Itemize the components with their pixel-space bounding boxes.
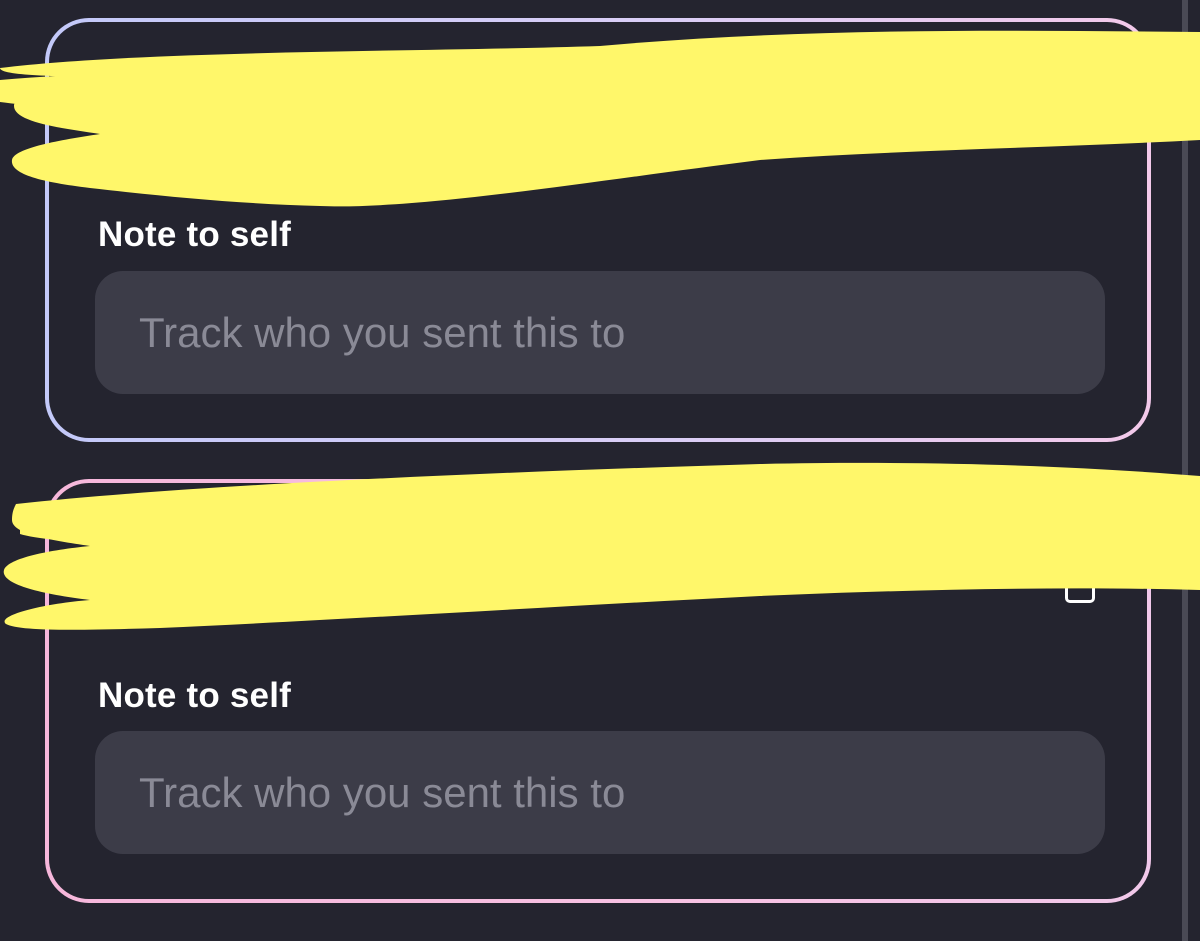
copy-icon[interactable] <box>1065 563 1095 603</box>
note-to-self-input[interactable] <box>95 271 1105 394</box>
scrollbar[interactable] <box>1182 0 1188 941</box>
note-to-self-label: Note to self <box>98 215 291 254</box>
note-card-1: Note to self <box>45 18 1151 442</box>
note-to-self-input[interactable] <box>95 731 1105 854</box>
note-to-self-label: Note to self <box>98 676 291 715</box>
note-card-2: Note to self <box>45 479 1151 903</box>
